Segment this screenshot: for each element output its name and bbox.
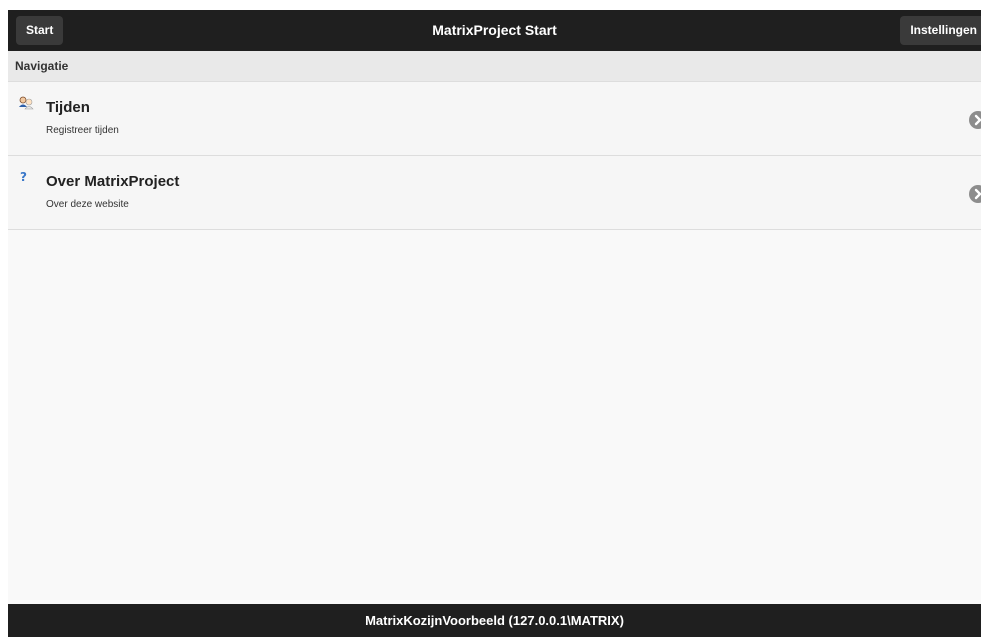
start-button[interactable]: Start [16, 16, 64, 45]
list-item-title: Over MatrixProject [46, 173, 180, 190]
list-item-tijden[interactable]: Tijden Registreer tijden [8, 82, 981, 156]
chevron-right-icon [969, 185, 981, 203]
list-item-over-matrixproject[interactable]: ? Over MatrixProject Over deze website [8, 156, 981, 230]
chevron-right-icon [969, 111, 981, 129]
svg-text:?: ? [20, 170, 27, 184]
question-icon: ? [18, 170, 34, 186]
list-item-title: Tijden [46, 99, 90, 116]
list-item-description: Registreer tijden [46, 125, 119, 136]
page-title: MatrixProject Start [432, 22, 557, 38]
list-item-description: Over deze website [46, 199, 129, 210]
users-icon [18, 96, 34, 112]
app-page: Start MatrixProject Start Instellingen N… [8, 10, 981, 637]
content-area [8, 230, 981, 604]
footer-bar: MatrixKozijnVoorbeeld (127.0.0.1\MATRIX) [8, 604, 981, 637]
header-bar: Start MatrixProject Start Instellingen [8, 10, 981, 51]
settings-button[interactable]: Instellingen [900, 16, 981, 45]
navigation-divider: Navigatie [8, 51, 981, 82]
